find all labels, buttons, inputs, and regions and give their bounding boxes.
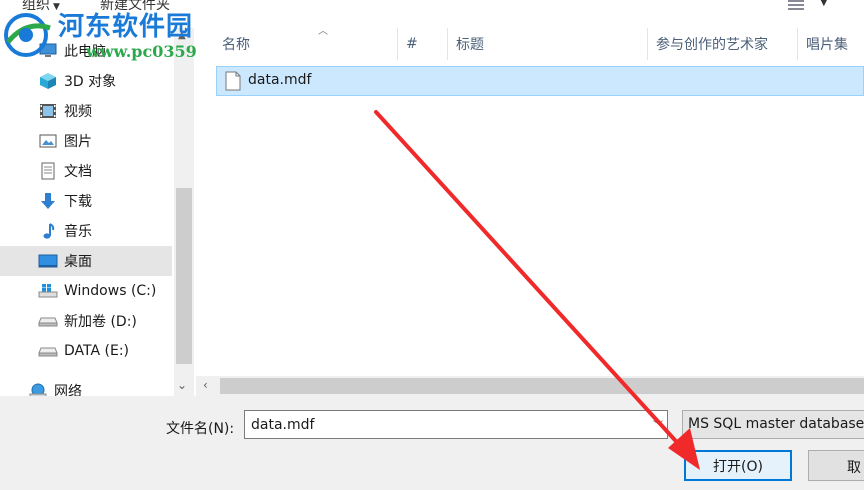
pictures-icon [38,131,58,151]
nav-item-label: DATA (E:) [64,343,130,359]
column-number-label: # [406,36,418,52]
column-artists-label: 参与创作的艺术家 [656,37,768,53]
nav-item-music[interactable]: 音乐 [0,216,172,246]
view-options-button[interactable]: ▼ [788,0,836,14]
desktop-icon [38,251,58,271]
nav-item-documents[interactable]: 文档 [0,156,172,186]
drive-icon [38,341,58,361]
nav-item-desktop[interactable]: 桌面 [0,246,172,276]
chevron-down-icon: ▼ [53,2,60,12]
nav-item-label: 新加卷 (D:) [64,314,137,330]
nav-item-this-pc[interactable]: 此电脑 [0,36,172,66]
cancel-button[interactable]: 取 [808,450,864,481]
nav-item-label: 文档 [64,164,92,180]
dialog-footer: 文件名(N): ﹀ MS SQL master database 打开(O) 取 [0,396,864,490]
nav-item-label: 此电脑 [64,44,106,60]
documents-icon [38,161,58,181]
filename-label: 文件名(N): [166,421,235,437]
nav-item-label: 下载 [64,194,92,210]
nav-scrollbar-thumb[interactable] [176,188,192,364]
computer-icon [38,41,58,61]
nav-item-drive-d[interactable]: 新加卷 (D:) [0,306,172,336]
3d-objects-icon [38,71,58,91]
nav-item-drive-c[interactable]: Windows (C:) [0,276,172,306]
column-album-label: 唱片集 [806,37,848,53]
nav-item-videos[interactable]: 视频 [0,96,172,126]
scroll-left-icon[interactable]: ‹ [203,378,208,392]
filetype-select[interactable]: MS SQL master database [682,410,864,439]
column-header-name[interactable]: 名称 ︿ [214,26,398,60]
details-view-icon [788,0,804,12]
file-name: data.mdf [248,72,312,88]
windows-drive-icon [38,281,58,301]
horizontal-scrollbar-thumb[interactable] [220,378,864,394]
organize-label: 组织 [22,0,50,13]
toolbar: 组织 ▼ 新建文件夹 ▼ [0,0,864,28]
scroll-up-icon[interactable]: ▲ [178,30,186,41]
music-icon [38,221,58,241]
nav-item-label: 图片 [64,134,92,150]
video-icon [38,101,58,121]
file-icon [225,71,241,91]
drive-icon [38,311,58,331]
column-header-title[interactable]: 标题 [448,28,648,60]
nav-item-label: Windows (C:) [64,283,157,299]
column-title-label: 标题 [456,37,484,53]
download-icon [38,191,58,211]
nav-item-3d-objects[interactable]: 3D 对象 [0,66,172,96]
nav-item-label: 桌面 [64,254,92,270]
scroll-down-icon[interactable]: ⌄ [177,378,187,392]
column-header-artists[interactable]: 参与创作的艺术家 [648,28,798,60]
nav-item-drive-e[interactable]: DATA (E:) [0,336,172,366]
filename-combobox[interactable]: ﹀ [244,410,668,439]
column-header-number[interactable]: # [398,28,448,60]
nav-scrollbar[interactable]: ▲ ⌄ [174,28,194,396]
sort-ascending-icon: ︿ [318,26,328,37]
organize-button[interactable]: 组织 ▼ [22,0,60,14]
filename-input[interactable] [245,411,645,438]
nav-item-label: 音乐 [64,224,92,240]
column-name-label: 名称 [222,37,250,53]
file-row[interactable]: data.mdf [216,66,864,96]
chevron-down-icon: ▼ [820,0,828,8]
filetype-value: MS SQL master database [688,416,864,432]
nav-item-pictures[interactable]: 图片 [0,126,172,156]
navigation-pane: 此电脑 3D 对象 视频 图片 文档 下载 音乐 桌面 Windows (C:)… [0,28,196,400]
nav-item-label: 视频 [64,104,92,120]
cancel-label: 取 [847,460,861,476]
open-button[interactable]: 打开(O) [684,450,792,481]
column-header-album[interactable]: 唱片集 [798,28,864,60]
nav-item-downloads[interactable]: 下载 [0,186,172,216]
new-folder-button[interactable]: 新建文件夹 [100,0,170,14]
chevron-down-icon[interactable]: ﹀ [653,417,663,432]
nav-item-label: 3D 对象 [64,74,117,90]
file-list: 名称 ︿ # 标题 参与创作的艺术家 唱片集 data.mdf [196,26,864,396]
horizontal-scrollbar[interactable]: ‹ [196,376,864,396]
